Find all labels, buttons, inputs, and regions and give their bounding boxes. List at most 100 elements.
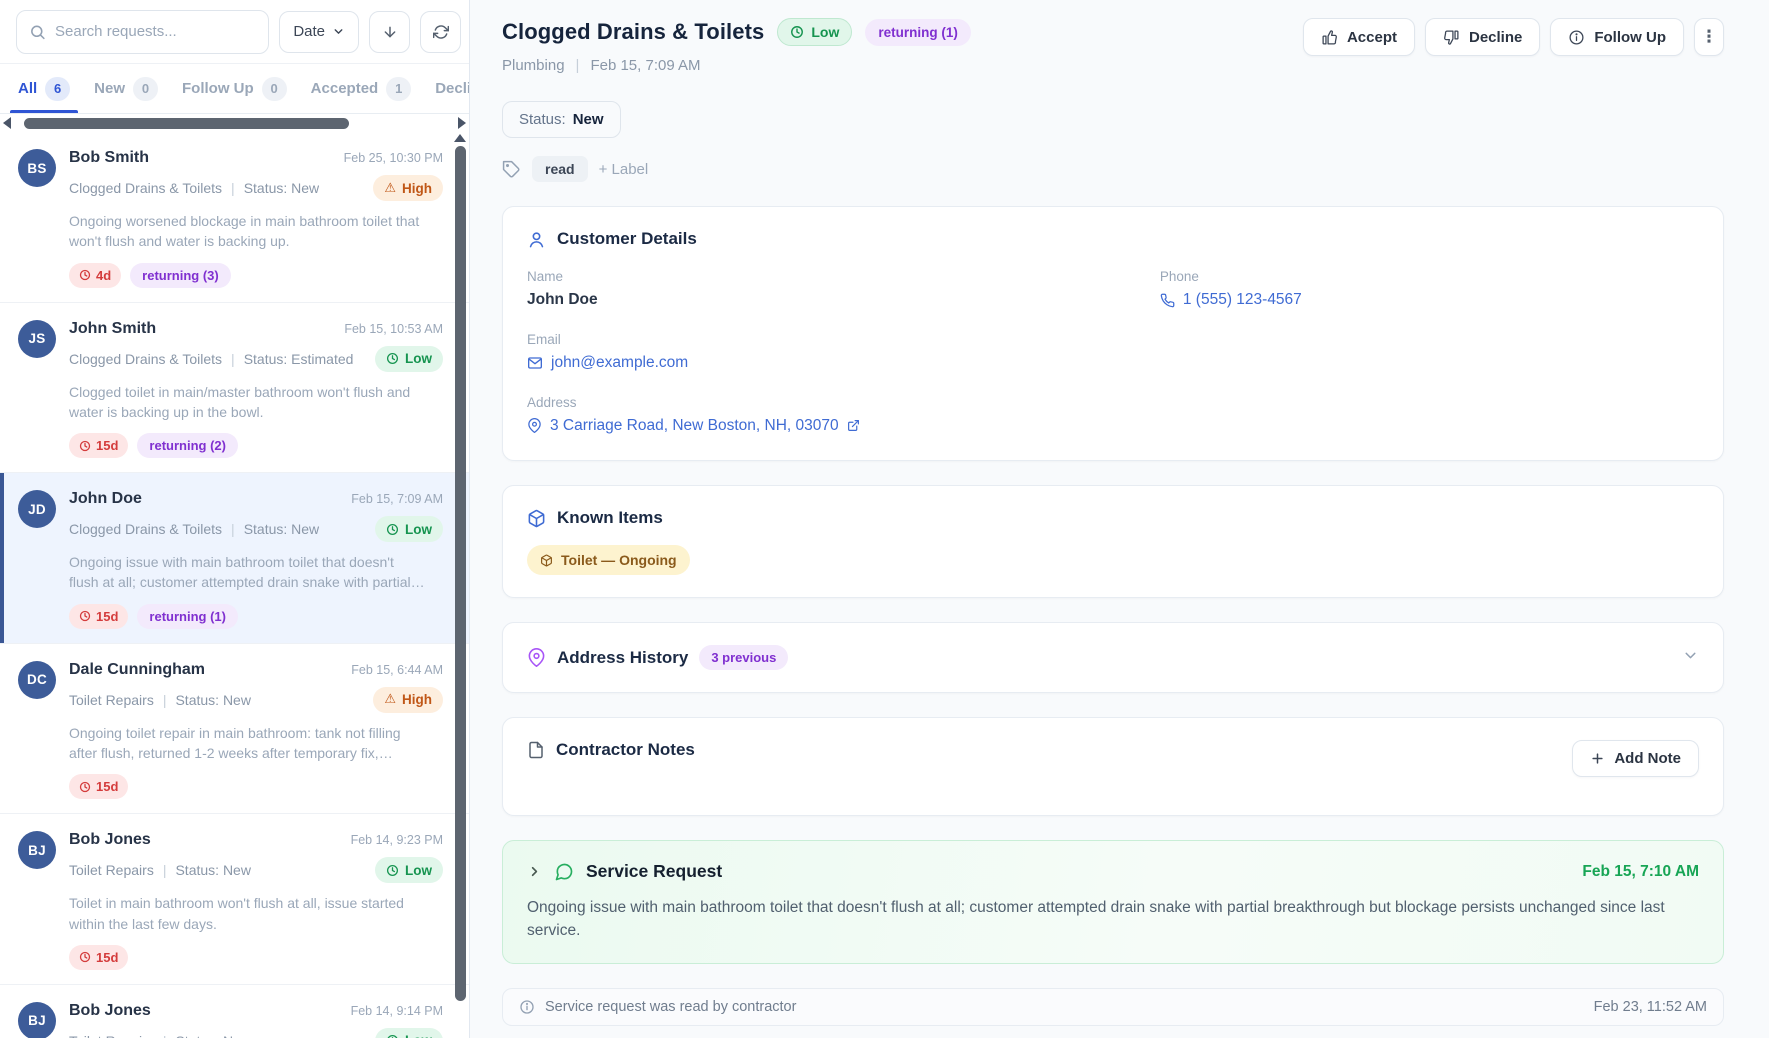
returning-badge: returning (1)	[865, 19, 971, 46]
add-label-button[interactable]: + Label	[599, 161, 649, 178]
read-receipt-row: Service request was read by contractor F…	[502, 988, 1724, 1026]
tag-icon	[502, 160, 521, 179]
request-filter-tab[interactable]: All 6	[8, 64, 80, 113]
horizontal-scroll-thumb[interactable]	[24, 118, 349, 129]
sort-direction-button[interactable]	[369, 11, 410, 53]
request-list-item[interactable]: BS Bob Smith Feb 25, 10:30 PM Clogged Dr…	[0, 132, 469, 303]
known-item-chip: Toilet — Ongoing	[527, 545, 690, 575]
request-customer-name: John Doe	[69, 490, 142, 508]
status-value: New	[573, 111, 604, 128]
avatar: DC	[18, 661, 56, 699]
priority-badge: Low	[375, 1028, 443, 1038]
request-filter-tab[interactable]: Declined 0	[425, 64, 469, 113]
address-history-card[interactable]: Address History 3 previous	[502, 622, 1724, 693]
address-link[interactable]: 3 Carriage Road, New Boston, NH, 03070	[527, 417, 860, 435]
service-request-card: Service Request Feb 15, 7:10 AM Ongoing …	[502, 840, 1724, 964]
chevron-down-icon	[332, 25, 345, 38]
avatar: BS	[18, 149, 56, 187]
tab-count-badge: 6	[45, 77, 70, 101]
warning-icon: ⚠	[384, 181, 396, 196]
request-description: Toilet in main bathroom won't flush at a…	[69, 893, 443, 934]
request-list-item[interactable]: DC Dale Cunningham Feb 15, 6:44 AM Toile…	[0, 644, 469, 815]
vertical-scroll-thumb[interactable]	[455, 146, 466, 1001]
service-request-title: Service Request	[586, 861, 722, 882]
document-icon	[527, 741, 545, 759]
request-timestamp: Feb 15, 10:53 AM	[344, 322, 443, 336]
read-receipt-text: Service request was read by contractor	[545, 999, 796, 1015]
tab-count-badge: 1	[386, 77, 411, 101]
request-list-item[interactable]: BJ Bob Jones Feb 14, 9:23 PM Toilet Repa…	[0, 814, 469, 985]
search-input[interactable]	[16, 10, 269, 54]
returning-badge: returning (1)	[137, 604, 238, 629]
returning-badge: returning (2)	[137, 433, 238, 458]
speech-bubble-icon	[554, 862, 574, 882]
tab-count-badge: 0	[262, 77, 287, 101]
tab-count-badge: 0	[133, 77, 158, 101]
follow-up-button[interactable]: Follow Up	[1550, 18, 1684, 56]
thumbs-up-icon	[1321, 29, 1338, 46]
request-customer-name: John Smith	[69, 320, 156, 338]
more-options-button[interactable]: ⋮	[1694, 18, 1724, 56]
request-filter-tab[interactable]: New 0	[84, 64, 168, 113]
request-filter-tab[interactable]: Accepted 1	[301, 64, 422, 113]
request-customer-name: Bob Smith	[69, 149, 149, 167]
scroll-up-arrow-icon[interactable]	[454, 134, 466, 142]
search-icon	[29, 23, 46, 40]
envelope-icon	[527, 355, 543, 371]
chevron-right-icon[interactable]	[527, 864, 542, 879]
request-description: Ongoing worsened blockage in main bathro…	[69, 211, 443, 252]
request-list-item[interactable]: BJ Bob Jones Feb 14, 9:14 PM Toilet Repa…	[0, 985, 469, 1038]
list-vertical-scrollbar[interactable]	[453, 132, 467, 1038]
status-pill: Status: New	[502, 101, 621, 138]
horizontal-scroll-track[interactable]	[16, 118, 453, 129]
accept-button[interactable]: Accept	[1303, 18, 1415, 56]
age-badge: 15d	[69, 945, 128, 970]
request-timestamp: Feb 14, 9:14 PM	[351, 1004, 443, 1018]
label-chip-read[interactable]: read	[532, 156, 588, 182]
returning-badge: returning (3)	[130, 263, 231, 288]
map-pin-icon	[527, 648, 546, 667]
request-list-item[interactable]: JS John Smith Feb 15, 10:53 AM Clogged D…	[0, 303, 469, 474]
request-list: BS Bob Smith Feb 25, 10:30 PM Clogged Dr…	[0, 132, 469, 1038]
add-note-button[interactable]: Add Note	[1572, 740, 1699, 777]
scroll-right-arrow-icon[interactable]	[458, 117, 466, 129]
request-service-status: Toilet Repairs|Status: New	[69, 692, 251, 708]
scroll-left-arrow-icon[interactable]	[3, 117, 11, 129]
request-service-status: Toilet Repairs|Status: New	[69, 862, 251, 878]
request-service-status: Toilet Repairs|Status: New	[69, 1033, 251, 1038]
contractor-notes-title: Contractor Notes	[556, 740, 695, 760]
customer-details-title: Customer Details	[557, 229, 697, 249]
customer-name-value: John Doe	[527, 291, 1160, 309]
service-request-text: Ongoing issue with main bathroom toilet …	[527, 896, 1699, 943]
request-datetime: Feb 15, 7:09 AM	[590, 57, 700, 74]
info-circle-icon	[1568, 29, 1585, 46]
email-link[interactable]: john@example.com	[527, 354, 688, 372]
date-filter-button[interactable]: Date	[279, 11, 359, 53]
decline-button[interactable]: Decline	[1425, 18, 1540, 56]
request-detail-panel: Clogged Drains & Toilets Low returning (…	[470, 0, 1769, 1038]
customer-address-field: Address 3 Carriage Road, New Boston, NH,…	[527, 395, 1160, 439]
clock-icon	[790, 25, 804, 39]
request-list-item[interactable]: JD John Doe Feb 15, 7:09 AM Clogged Drai…	[0, 473, 469, 644]
refresh-icon	[433, 24, 449, 40]
request-service-status: Clogged Drains & Toilets|Status: New	[69, 180, 319, 196]
clock-icon	[386, 1034, 399, 1038]
customer-details-card: Customer Details Name John Doe Phone 1 (…	[502, 206, 1724, 461]
tab-label: All	[18, 80, 37, 97]
map-pin-icon	[527, 418, 542, 433]
clock-icon	[386, 523, 399, 536]
request-tabs: All 6 New 0 Follow Up 0 Accepted 1 Decli…	[0, 64, 469, 114]
priority-badge: ⚠ High	[373, 175, 443, 201]
phone-link[interactable]: 1 (555) 123-4567	[1160, 291, 1302, 309]
phone-icon	[1160, 293, 1175, 308]
tabs-horizontal-scrollbar[interactable]	[0, 114, 469, 132]
age-badge: 15d	[69, 433, 128, 458]
request-filter-tab[interactable]: Follow Up 0	[172, 64, 297, 113]
chevron-down-icon[interactable]	[1682, 647, 1699, 664]
age-badge: 15d	[69, 774, 128, 799]
priority-badge: Low	[375, 346, 443, 372]
request-timestamp: Feb 15, 7:09 AM	[351, 492, 443, 506]
known-items-title: Known Items	[557, 508, 663, 528]
refresh-button[interactable]	[420, 11, 461, 53]
clock-icon	[79, 951, 91, 963]
